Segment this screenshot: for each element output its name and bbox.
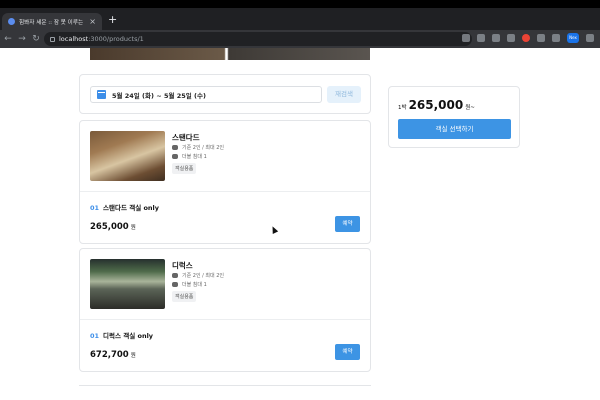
currency-unit: 원 xyxy=(130,353,136,359)
book-button[interactable]: 예약 xyxy=(335,344,360,360)
tab-close-icon[interactable]: × xyxy=(89,17,96,26)
room-name: 디럭스 xyxy=(172,261,193,270)
amenity-tag: 객실용품 xyxy=(172,163,197,174)
bed-text: 더블 침대 1 xyxy=(182,282,207,288)
room-price: 672,700 원 xyxy=(90,350,136,360)
url-path: :3000/products/1 xyxy=(88,35,144,43)
rate-plan: 01 디럭스 객실 only xyxy=(90,330,153,340)
currency-unit: 원 xyxy=(130,225,136,231)
address-bar[interactable]: localhost:3000/products/1 xyxy=(44,32,472,46)
browser-toolbar: ← → ↻ localhost:3000/products/1 Nex xyxy=(0,30,600,48)
share-icon[interactable] xyxy=(492,34,500,42)
summary-prefix: 1박 xyxy=(398,105,407,111)
extensions-puzzle-icon[interactable] xyxy=(537,34,545,42)
toolbar-icons: Nex xyxy=(462,33,594,43)
room-photo[interactable] xyxy=(90,259,165,309)
divider xyxy=(80,191,370,192)
translate-icon[interactable] xyxy=(477,34,485,42)
url-host: localhost xyxy=(59,35,89,43)
summary-suffix: 원~ xyxy=(465,105,475,111)
tab-strip: 힘봐자 세운 :: 잠 못 이루는 밤 × + xyxy=(0,8,600,30)
capacity-text: 기준 2인 / 최대 2인 xyxy=(182,145,225,151)
location-icon[interactable] xyxy=(462,34,470,42)
plan-name: 스탠다드 객실 only xyxy=(103,204,160,212)
date-range-text: 5월 24일 (화) ~ 5월 25일 (수) xyxy=(112,91,206,100)
back-button[interactable]: ← xyxy=(2,33,14,45)
next-card-edge xyxy=(79,385,371,386)
room-bed: 더블 침대 1 xyxy=(172,153,207,160)
forward-button[interactable]: → xyxy=(16,33,28,45)
amenity-tag: 객실용품 xyxy=(172,291,197,302)
room-capacity: 기준 2인 / 최대 2인 xyxy=(172,144,224,151)
capacity-text: 기준 2인 / 최대 2인 xyxy=(182,273,225,279)
new-tab-button[interactable]: + xyxy=(108,14,117,25)
person-icon xyxy=(172,145,178,150)
hero-image-strip xyxy=(90,48,370,60)
plan-number: 01 xyxy=(90,332,100,340)
bookmark-star-icon[interactable] xyxy=(507,34,515,42)
rate-plan: 01 스탠다드 객실 only xyxy=(90,202,159,212)
calendar-icon xyxy=(97,90,106,99)
plan-name: 디럭스 객실 only xyxy=(103,332,154,340)
bed-icon xyxy=(172,282,178,287)
tab-title: 힘봐자 세운 :: 잠 못 이루는 밤 xyxy=(19,19,86,26)
book-button[interactable]: 예약 xyxy=(335,216,360,232)
room-card: 스탠다드 기준 2인 / 최대 2인 더블 침대 1 객실용품 01 스탠다드 객… xyxy=(79,120,371,244)
select-room-button[interactable]: 객실 선택하기 xyxy=(398,119,511,139)
room-capacity: 기준 2인 / 최대 2인 xyxy=(172,272,224,279)
price-summary-card: 1박 265,000 원~ 객실 선택하기 xyxy=(388,86,520,148)
extension-icon[interactable] xyxy=(522,34,530,42)
menu-icon[interactable] xyxy=(586,34,594,42)
browser-window: 힘봐자 세운 :: 잠 못 이루는 밤 × + ← → ↻ localhost:… xyxy=(0,8,600,400)
browser-tab[interactable]: 힘봐자 세운 :: 잠 못 이루는 밤 × xyxy=(2,13,102,30)
divider xyxy=(80,319,370,320)
room-price: 265,000 원 xyxy=(90,222,136,232)
reload-button[interactable]: ↻ xyxy=(30,33,42,45)
profile-avatar[interactable]: Nex xyxy=(567,33,579,43)
price-value: 265,000 xyxy=(90,222,129,232)
room-photo[interactable] xyxy=(90,131,165,181)
plan-number: 01 xyxy=(90,204,100,212)
site-info-icon[interactable] xyxy=(50,36,55,42)
date-range-field[interactable]: 5월 24일 (화) ~ 5월 25일 (수) xyxy=(90,86,322,103)
url-text: localhost:3000/products/1 xyxy=(59,35,144,43)
price-value: 672,700 xyxy=(90,350,129,360)
room-card: 디럭스 기준 2인 / 최대 2인 더블 침대 1 객실용품 01 디럭스 객실 … xyxy=(79,248,371,372)
date-search-card: 5월 24일 (화) ~ 5월 25일 (수) 재검색 xyxy=(79,74,371,114)
favicon-icon xyxy=(8,18,15,25)
summary-price: 1박 265,000 원~ xyxy=(398,98,475,112)
summary-price-value: 265,000 xyxy=(408,98,464,112)
room-bed: 더블 침대 1 xyxy=(172,281,207,288)
bed-text: 더블 침대 1 xyxy=(182,154,207,160)
side-panel-icon[interactable] xyxy=(552,34,560,42)
room-name: 스탠다드 xyxy=(172,133,200,142)
bed-icon xyxy=(172,154,178,159)
person-icon xyxy=(172,273,178,278)
research-button[interactable]: 재검색 xyxy=(327,86,361,103)
